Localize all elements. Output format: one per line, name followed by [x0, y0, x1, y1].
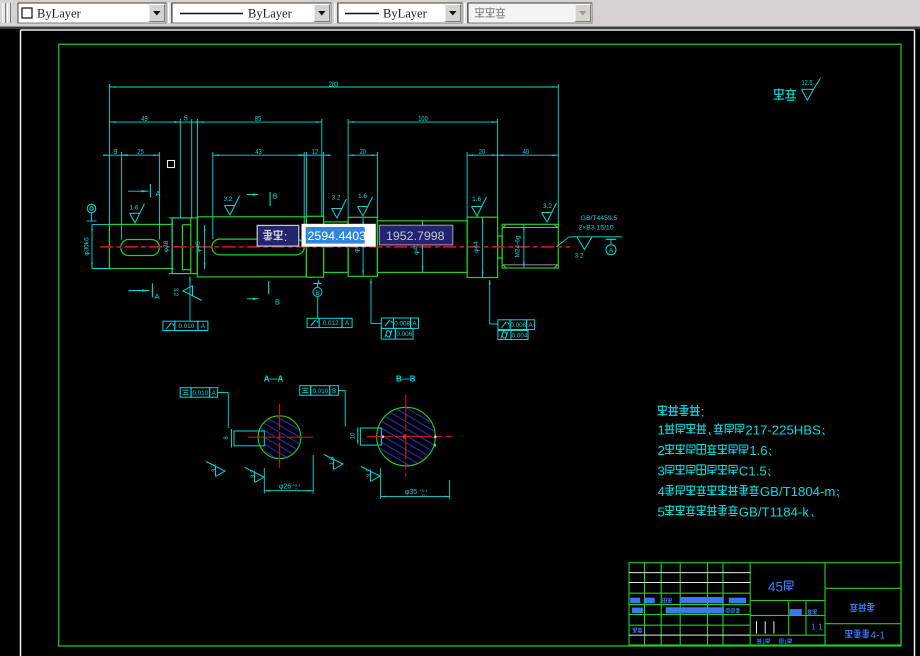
svg-text:10: 10: [351, 432, 357, 439]
svg-text:φ44: φ44: [473, 241, 480, 253]
svg-text:3.2: 3.2: [212, 463, 218, 472]
svg-text:2594.4403: 2594.4403: [308, 229, 367, 243]
svg-text:3.2: 3.2: [574, 253, 583, 260]
svg-text:5: 5: [658, 504, 665, 519]
svg-text:B: B: [332, 388, 336, 395]
svg-text:40: 40: [523, 147, 530, 156]
svg-text:0.006: 0.006: [396, 331, 412, 338]
svg-text:GB/T1804-m: GB/T1804-m: [760, 484, 836, 499]
svg-text:1: 1: [658, 423, 665, 438]
svg-text:1: 1: [818, 622, 823, 632]
svg-text:B—B: B—B: [396, 375, 416, 384]
svg-text:B: B: [273, 192, 278, 201]
svg-text:12.5: 12.5: [802, 80, 813, 87]
svg-text:3.2: 3.2: [172, 288, 178, 297]
svg-text:0.010: 0.010: [192, 390, 208, 397]
svg-text:A: A: [609, 248, 614, 255]
svg-text:0.010: 0.010: [179, 323, 195, 330]
svg-text:9: 9: [114, 149, 118, 156]
svg-text:85: 85: [255, 114, 262, 123]
svg-text:12: 12: [312, 147, 319, 156]
svg-text:1.6: 1.6: [129, 205, 138, 212]
svg-text:5: 5: [184, 115, 188, 122]
svg-text:2: 2: [658, 443, 665, 458]
svg-text:1: 1: [784, 639, 788, 646]
svg-text:49: 49: [141, 114, 148, 123]
svg-text:25: 25: [137, 147, 144, 156]
svg-text:C1.5: C1.5: [739, 464, 767, 479]
svg-text:3: 3: [658, 464, 665, 479]
svg-text:283: 283: [329, 79, 339, 88]
svg-text:3.2: 3.2: [251, 469, 257, 478]
svg-text:0.008: 0.008: [510, 322, 526, 329]
svg-text:4-1: 4-1: [870, 630, 885, 642]
svg-text:0.004: 0.004: [512, 332, 528, 339]
svg-text:ByLayer: ByLayer: [37, 7, 82, 21]
svg-text:1952.7998: 1952.7998: [386, 229, 445, 243]
svg-text:1.6: 1.6: [358, 193, 367, 200]
svg-text:A: A: [156, 189, 161, 198]
svg-text:φ38: φ38: [163, 240, 170, 252]
svg-text:1.6: 1.6: [749, 443, 767, 458]
svg-text:20: 20: [360, 147, 367, 156]
svg-text:0.008: 0.008: [394, 321, 410, 328]
svg-text:1.6: 1.6: [472, 196, 481, 203]
svg-text:0.012: 0.012: [323, 320, 339, 327]
svg-text:43: 43: [255, 147, 262, 156]
svg-text:2×B3.15/10: 2×B3.15/10: [579, 225, 614, 232]
svg-text:ByLayer: ByLayer: [383, 7, 428, 21]
svg-text:3.2: 3.2: [223, 196, 232, 203]
svg-text:100: 100: [418, 114, 428, 123]
svg-text:A—A: A—A: [264, 375, 284, 384]
svg-text:20: 20: [479, 147, 486, 156]
svg-text:0.010: 0.010: [312, 388, 328, 395]
svg-text:1.6: 1.6: [330, 456, 336, 465]
svg-text:M24-6g: M24-6g: [515, 235, 522, 257]
svg-text:GB/T1184-k: GB/T1184-k: [739, 504, 810, 519]
svg-text:4: 4: [658, 484, 665, 499]
svg-text:φ45: φ45: [195, 241, 202, 253]
svg-text:φ30k6: φ30k6: [84, 237, 91, 256]
svg-text:45: 45: [768, 580, 783, 595]
svg-text::: :: [284, 229, 288, 244]
svg-text:φ26: φ26: [279, 483, 291, 490]
svg-text:GB/T4459.5: GB/T4459.5: [581, 215, 618, 222]
svg-text:3.2: 3.2: [331, 195, 340, 202]
svg-text::: :: [701, 405, 705, 420]
svg-text:B: B: [315, 290, 319, 297]
svg-text::: :: [815, 627, 817, 634]
svg-text:φ35: φ35: [405, 489, 417, 496]
svg-text:1: 1: [762, 639, 766, 646]
svg-text:B: B: [275, 298, 280, 307]
svg-text:3.2: 3.2: [543, 203, 552, 210]
svg-text:217-225HBS: 217-225HBS: [745, 423, 821, 438]
svg-text:3.2: 3.2: [367, 468, 373, 477]
svg-text:A: A: [155, 292, 160, 301]
svg-text:ByLayer: ByLayer: [248, 7, 293, 21]
